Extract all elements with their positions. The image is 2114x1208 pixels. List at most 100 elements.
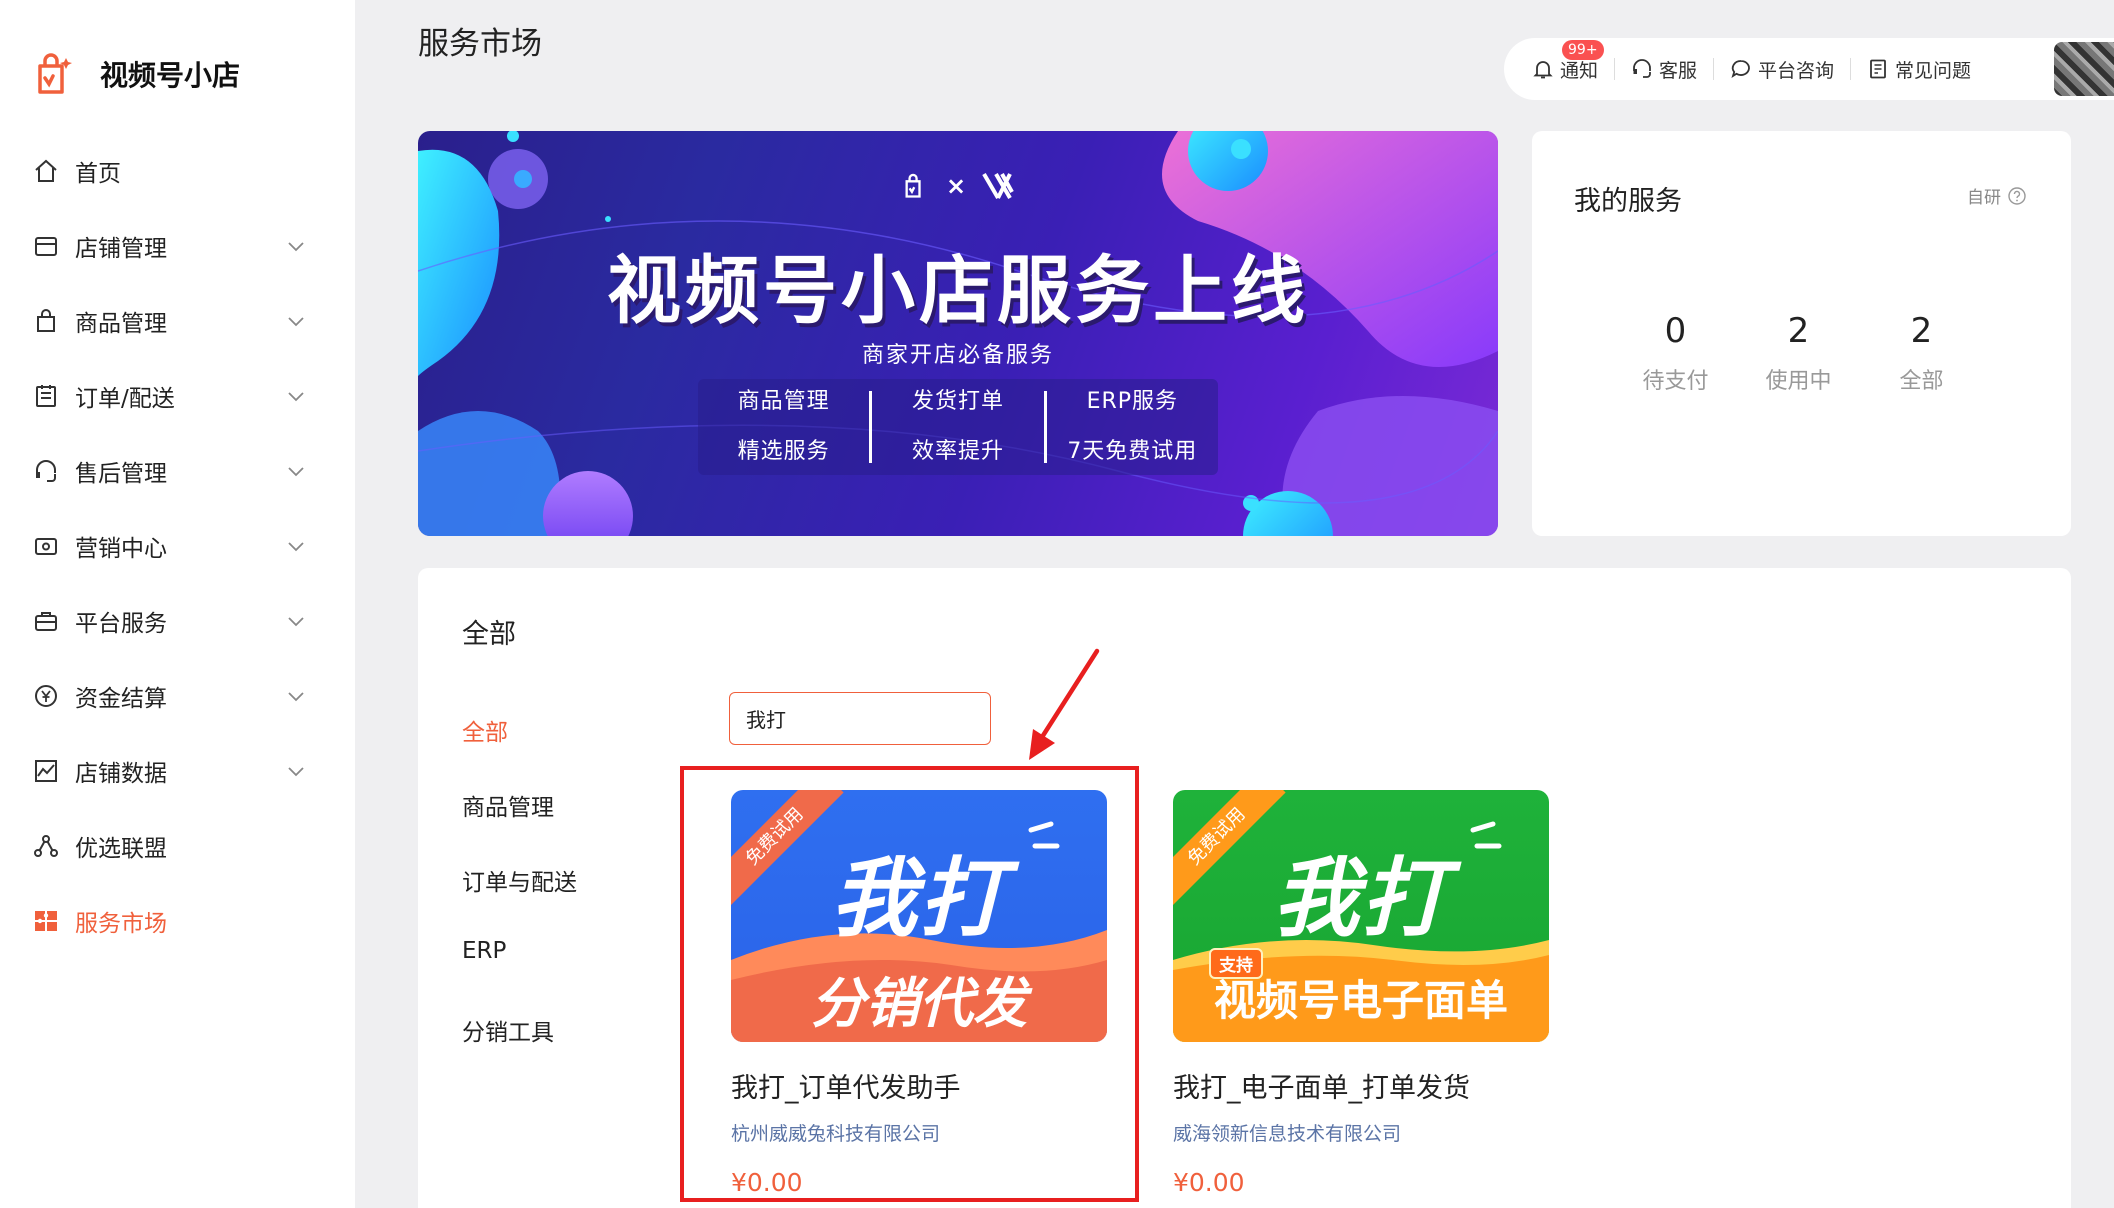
stat-pending-payment[interactable]: 0 待支付 bbox=[1614, 311, 1737, 395]
faq-button[interactable]: 常见问题 bbox=[1867, 56, 1971, 83]
self-developed-label: 自研 bbox=[1967, 188, 2001, 208]
avatar[interactable] bbox=[2054, 42, 2114, 96]
highlight-box bbox=[680, 766, 1139, 1202]
bell-icon bbox=[1533, 61, 1553, 79]
sidebar-item-marketing[interactable]: 营销中心 bbox=[0, 508, 355, 583]
sidebar: 视频号小店 首页 店铺管理 商品管理 订单/配送 售后管理 营销中心 平台服务 … bbox=[0, 0, 355, 1208]
banner-subtitle: 商家开店必备服务 bbox=[861, 343, 1054, 368]
category-list: 全部 商品管理 订单与配送 ERP 分销工具 bbox=[462, 713, 577, 1088]
shop-logo-icon bbox=[905, 173, 921, 198]
chevron-down-icon bbox=[288, 391, 304, 401]
sidebar-item-orders[interactable]: 订单/配送 bbox=[0, 358, 355, 433]
sidebar-item-aftersales[interactable]: 售后管理 bbox=[0, 433, 355, 508]
banner-feature-text: 发货打单 bbox=[911, 389, 1004, 414]
sidebar-item-store-data[interactable]: 店铺数据 bbox=[0, 733, 355, 808]
headset-icon bbox=[1633, 59, 1651, 78]
stat-value: 2 bbox=[1910, 311, 1933, 351]
banner-feature-text: 7天免费试用 bbox=[1067, 439, 1198, 464]
stat-value: 0 bbox=[1664, 311, 1687, 351]
app-logo[interactable]: 视频号小店 bbox=[32, 50, 240, 98]
sidebar-item-home[interactable]: 首页 bbox=[0, 133, 355, 208]
top-toolbar: 通知 99+ 客服 平台咨询 常见问题 bbox=[1504, 38, 2114, 100]
search-input[interactable] bbox=[746, 706, 995, 731]
banner-feature-text: 效率提升 bbox=[911, 439, 1004, 464]
stat-all[interactable]: 2 全部 bbox=[1860, 311, 1983, 395]
promo-banner[interactable]: × 视频号小店服务上线 商家开店必备服务 商品管理 精选服务 发货打单 效率提升… bbox=[418, 131, 1498, 536]
platform-consult-button[interactable]: 平台咨询 bbox=[1730, 56, 1834, 83]
stat-in-use[interactable]: 2 使用中 bbox=[1737, 311, 1860, 395]
sidebar-item-label: 服务市场 bbox=[75, 910, 167, 937]
banner-feature-col: 发货打单 效率提升 bbox=[872, 379, 1043, 475]
banner-feature-box: 商品管理 精选服务 发货打单 效率提升 ERP服务 7天免费试用 bbox=[698, 379, 1218, 475]
sidebar-item-label: 平台服务 bbox=[75, 610, 167, 637]
sidebar-item-platform-service[interactable]: 平台服务 bbox=[0, 583, 355, 658]
divider bbox=[1614, 58, 1616, 80]
order-icon bbox=[32, 382, 60, 410]
chevron-down-icon bbox=[288, 691, 304, 701]
service-name[interactable]: 我打_电子面单_打单发货 bbox=[1173, 1066, 1549, 1105]
service-card-image[interactable]: 免费试用 我打 支持 视频号电子面单 bbox=[1173, 790, 1549, 1042]
coupon-icon bbox=[32, 532, 60, 560]
sidebar-item-label: 资金结算 bbox=[75, 685, 167, 712]
category-all[interactable]: 全部 bbox=[462, 713, 577, 788]
store-icon bbox=[32, 232, 60, 260]
banner-feature-col: ERP服务 7天免费试用 bbox=[1047, 379, 1218, 475]
divider bbox=[1850, 58, 1852, 80]
sidebar-item-label: 店铺管理 bbox=[75, 235, 167, 262]
chevron-down-icon bbox=[288, 616, 304, 626]
sidebar-item-label: 订单/配送 bbox=[75, 385, 175, 412]
network-icon bbox=[32, 832, 60, 860]
puzzle-icon bbox=[32, 907, 60, 935]
category-product-management[interactable]: 商品管理 bbox=[462, 788, 577, 863]
search-box[interactable] bbox=[729, 692, 995, 745]
banner-logos: × bbox=[418, 171, 1498, 200]
section-title: 全部 bbox=[462, 619, 516, 650]
chevron-down-icon bbox=[288, 541, 304, 551]
notification-button[interactable]: 通知 99+ bbox=[1532, 39, 1604, 83]
annotation-arrow-icon bbox=[1029, 648, 1100, 760]
document-icon bbox=[1870, 59, 1886, 79]
stat-label: 待支付 bbox=[1642, 369, 1709, 394]
sidebar-item-label: 店铺数据 bbox=[75, 760, 167, 787]
category-order-delivery[interactable]: 订单与配送 bbox=[462, 863, 577, 938]
stat-value: 2 bbox=[1787, 311, 1810, 351]
chevron-down-icon bbox=[288, 766, 304, 776]
sidebar-item-store[interactable]: 店铺管理 bbox=[0, 208, 355, 283]
sidebar-item-service-market[interactable]: 服务市场 bbox=[0, 883, 355, 958]
sidebar-item-products[interactable]: 商品管理 bbox=[0, 283, 355, 358]
service-price: ¥0.00 bbox=[1173, 1168, 1245, 1197]
briefcase-icon bbox=[32, 607, 60, 635]
card-brand-text: 我打 bbox=[1273, 849, 1449, 949]
service-listing: 全部 全部 商品管理 订单与配送 ERP 分销工具 免费试用 我打 分销代发 我… bbox=[418, 568, 2071, 1208]
yuan-icon bbox=[32, 682, 60, 710]
stat-label: 全部 bbox=[1899, 369, 1944, 394]
chart-icon bbox=[32, 757, 60, 785]
service-stats: 0 待支付 2 使用中 2 全部 bbox=[1614, 311, 1983, 395]
banner-times: × bbox=[945, 172, 967, 200]
banner-feature-text: 商品管理 bbox=[737, 389, 830, 414]
sidebar-item-label: 营销中心 bbox=[75, 535, 167, 562]
home-icon bbox=[32, 157, 60, 185]
partner-logo-icon bbox=[982, 172, 1015, 200]
service-company[interactable]: 威海领新信息技术有限公司 bbox=[1173, 1119, 1549, 1146]
customer-service-button[interactable]: 客服 bbox=[1631, 56, 1697, 83]
category-distribution-tools[interactable]: 分销工具 bbox=[462, 1013, 577, 1088]
notification-badge: 99+ bbox=[1562, 39, 1604, 60]
bag-icon bbox=[32, 307, 60, 335]
service-card[interactable]: 免费试用 我打 支持 视频号电子面单 我打_电子面单_打单发货 威海领新信息技术… bbox=[1173, 790, 1549, 1197]
banner-feature-text: ERP服务 bbox=[1086, 389, 1179, 414]
platform-consult-label: 平台咨询 bbox=[1758, 59, 1835, 82]
sidebar-item-label: 商品管理 bbox=[75, 310, 167, 337]
banner-feature-text: 精选服务 bbox=[737, 439, 830, 464]
app-name: 视频号小店 bbox=[100, 59, 241, 92]
sidebar-item-alliance[interactable]: 优选联盟 bbox=[0, 808, 355, 883]
customer-service-label: 客服 bbox=[1659, 59, 1698, 82]
self-developed-link[interactable]: 自研 bbox=[1967, 183, 2027, 208]
sidebar-item-finance[interactable]: 资金结算 bbox=[0, 658, 355, 733]
faq-label: 常见问题 bbox=[1895, 59, 1972, 82]
divider bbox=[1713, 58, 1715, 80]
chevron-down-icon bbox=[288, 316, 304, 326]
page-title: 服务市场 bbox=[418, 26, 542, 62]
card-bottom-text: 视频号电子面单 bbox=[1213, 976, 1508, 1025]
category-erp[interactable]: ERP bbox=[462, 938, 577, 1013]
